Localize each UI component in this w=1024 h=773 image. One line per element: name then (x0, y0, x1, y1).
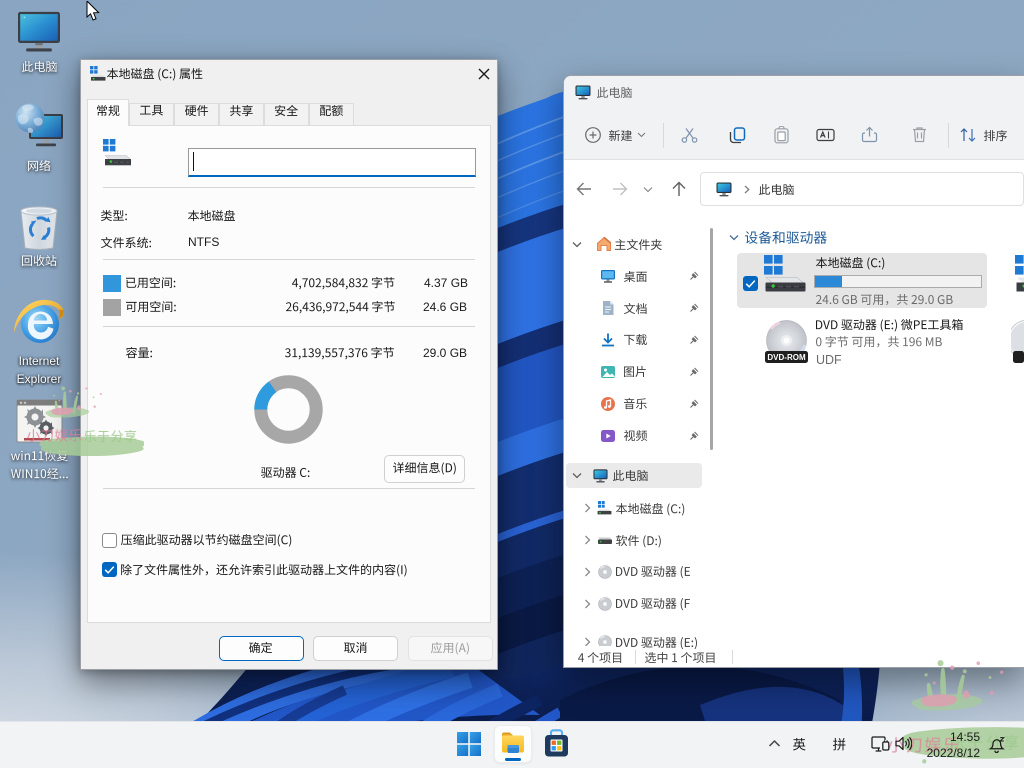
svg-text:DVD-ROM: DVD-ROM (767, 353, 806, 362)
